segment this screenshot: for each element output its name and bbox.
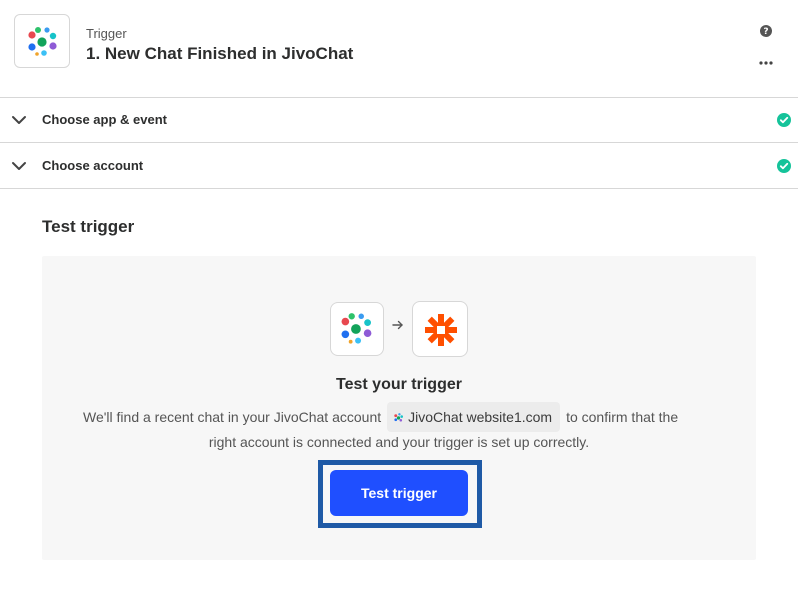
arrow-right-icon — [392, 320, 403, 330]
jivochat-logo-icon — [14, 14, 70, 68]
description-line-1: We'll find a recent chat in your JivoCha… — [83, 402, 678, 432]
description-text: to confirm that the — [566, 409, 679, 425]
check-circle-icon — [777, 159, 791, 173]
section-label: Choose account — [42, 158, 144, 173]
test-trigger-heading: Test trigger — [42, 217, 135, 236]
ellipsis-icon[interactable] — [758, 56, 774, 70]
step-title: 1. New Chat Finished in JivoChat — [86, 44, 354, 63]
jivochat-logo-icon — [330, 302, 384, 356]
step-header: Trigger 1. New Chat Finished in JivoChat… — [0, 0, 798, 98]
description-text: We'll find a recent chat in your JivoCha… — [83, 409, 382, 425]
test-panel: Test your trigger We'll find a recent ch… — [42, 256, 756, 560]
zapier-logo-icon — [412, 301, 468, 357]
account-chip: JivoChat website1.com — [387, 402, 561, 432]
check-circle-icon — [777, 113, 791, 127]
question-circle-icon[interactable]: ? — [760, 25, 772, 37]
jivochat-small-icon — [394, 412, 404, 422]
panel-title: Test your trigger — [336, 376, 462, 393]
section-choose-app-event[interactable]: Choose app & event — [0, 98, 798, 143]
test-trigger-button[interactable]: Test trigger — [330, 470, 468, 516]
section-label: Choose app & event — [42, 112, 167, 127]
step-kicker: Trigger — [86, 26, 127, 41]
chevron-down-icon — [12, 162, 26, 170]
section-choose-account[interactable]: Choose account — [0, 144, 798, 189]
svg-text:?: ? — [763, 27, 768, 37]
description-line-2: right account is connected and your trig… — [208, 434, 590, 450]
account-name: JivoChat website1.com — [408, 409, 553, 425]
chevron-down-icon — [12, 116, 26, 124]
